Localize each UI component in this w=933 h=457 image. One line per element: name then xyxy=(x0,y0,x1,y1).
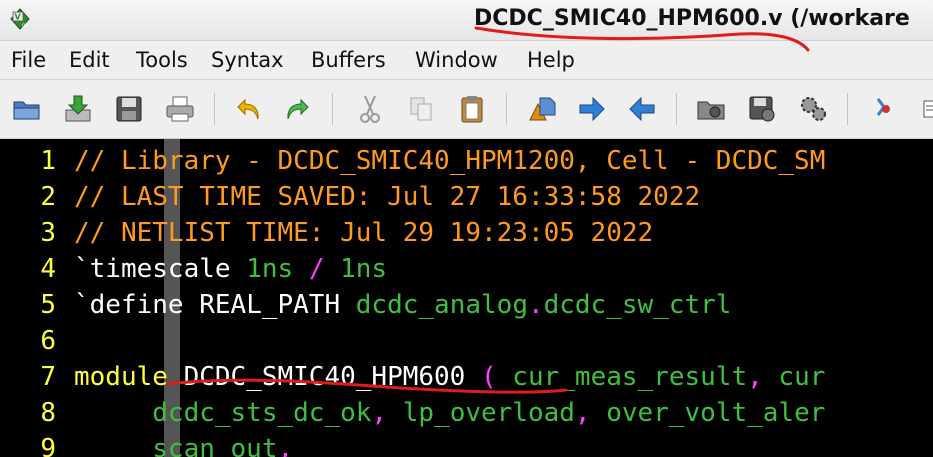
line-number: 3 xyxy=(40,218,56,248)
svg-text:V: V xyxy=(15,13,22,22)
cut-icon[interactable] xyxy=(353,92,387,126)
code-token: cur_meas_result xyxy=(496,362,748,392)
code-line[interactable]: 8 dcdc_sts_dc_ok, lp_overload, over_volt… xyxy=(0,395,933,431)
toolbar-separator xyxy=(676,93,677,125)
overflow-icon[interactable] xyxy=(912,92,933,126)
code-token: module xyxy=(74,362,168,392)
code-token: `define xyxy=(74,290,200,320)
code-token: REAL_PATH xyxy=(199,290,356,320)
find-next-icon[interactable] xyxy=(575,92,609,126)
code-token: scan_out xyxy=(74,434,278,457)
menu-syntax[interactable]: Syntax xyxy=(211,48,284,72)
code-token: // NETLIST TIME: Jul 29 19:23:05 2022 xyxy=(74,218,654,248)
code-token: , xyxy=(747,362,763,392)
find-prev-icon[interactable] xyxy=(625,92,659,126)
undo-icon[interactable] xyxy=(232,92,266,126)
save-session-icon[interactable] xyxy=(745,92,779,126)
line-number: 5 xyxy=(40,290,56,320)
code-text: dcdc_sts_dc_ok, lp_overload, over_volt_a… xyxy=(74,395,825,431)
code-token: lp_overload xyxy=(387,398,575,428)
menu-edit[interactable]: Edit xyxy=(69,48,110,72)
toolbar xyxy=(0,80,933,139)
line-number: 6 xyxy=(40,326,56,356)
open-icon[interactable] xyxy=(10,92,44,126)
code-text: // Library - DCDC_SMIC40_HPM1200, Cell -… xyxy=(74,143,825,179)
title-bar: V m DCDC_SMIC40_HPM600.v (/workare xyxy=(0,0,933,41)
toolbar-separator xyxy=(214,93,215,125)
line-number: 8 xyxy=(40,398,56,428)
code-token: dcdc_sw_ctrl xyxy=(543,290,732,320)
vim-icon: V m xyxy=(10,8,30,30)
code-text: // LAST TIME SAVED: Jul 27 16:33:58 2022 xyxy=(74,179,700,215)
code-text: // NETLIST TIME: Jul 29 19:23:05 2022 xyxy=(74,215,653,251)
paste-icon[interactable] xyxy=(455,92,489,126)
code-line[interactable]: 5 `define REAL_PATH dcdc_analog.dcdc_sw_c… xyxy=(0,287,933,323)
code-text: module DCDC_SMIC40_HPM600 ( cur_meas_res… xyxy=(74,359,825,395)
line-number: 2 xyxy=(40,182,56,212)
load-session-icon[interactable] xyxy=(694,92,728,126)
menu-bar: File Edit Tools Syntax Buffers Window He… xyxy=(0,41,933,80)
code-line[interactable]: 4 `timescale 1ns / 1ns xyxy=(0,251,933,287)
code-token: over_volt_aler xyxy=(590,398,826,428)
code-text: `define REAL_PATH dcdc_analog.dcdc_sw_ct… xyxy=(74,287,731,323)
run-script-icon[interactable] xyxy=(796,92,830,126)
code-token: / xyxy=(308,254,325,284)
code-token: ( xyxy=(481,362,497,392)
window-title: DCDC_SMIC40_HPM600.v (/workare xyxy=(474,6,910,31)
code-token: cur xyxy=(762,362,826,392)
menu-file[interactable]: File xyxy=(11,48,46,72)
code-token: , xyxy=(277,434,294,457)
svg-text:m: m xyxy=(22,22,28,29)
code-token: dcdc_sts_dc_ok xyxy=(74,398,372,428)
code-line[interactable]: 3 // NETLIST TIME: Jul 29 19:23:05 2022 xyxy=(0,215,933,251)
code-token: , xyxy=(574,398,591,428)
redo-icon[interactable] xyxy=(280,92,314,126)
code-line[interactable]: 1 // Library - DCDC_SMIC40_HPM1200, Cell … xyxy=(0,143,933,179)
code-line[interactable]: 2 // LAST TIME SAVED: Jul 27 16:33:58 202… xyxy=(0,179,933,215)
menu-buffers[interactable]: Buffers xyxy=(311,48,386,72)
find-replace-icon[interactable] xyxy=(525,92,559,126)
line-number: 7 xyxy=(40,362,56,392)
toolbar-separator xyxy=(847,93,848,125)
copy-icon[interactable] xyxy=(404,92,438,126)
code-token: DCDC_SMIC40_HPM600 xyxy=(167,362,481,392)
menu-tools[interactable]: Tools xyxy=(136,48,188,72)
code-editor[interactable]: 1 // Library - DCDC_SMIC40_HPM1200, Cell … xyxy=(0,139,933,457)
code-line[interactable]: 9 scan_out, xyxy=(0,431,933,457)
save-download-icon[interactable] xyxy=(61,92,95,126)
line-number: 4 xyxy=(40,254,56,284)
code-token: , xyxy=(371,398,388,428)
toolbar-separator xyxy=(332,93,333,125)
menu-window[interactable]: Window xyxy=(415,48,498,72)
code-token: 1ns xyxy=(324,254,388,284)
save-icon[interactable] xyxy=(112,92,146,126)
code-token: 1ns xyxy=(246,254,309,284)
code-text: `timescale 1ns / 1ns xyxy=(74,251,387,287)
code-token: dcdc_analog xyxy=(355,290,528,320)
toolbar-separator xyxy=(506,93,507,125)
make-icon[interactable] xyxy=(865,92,899,126)
line-number: 9 xyxy=(40,434,56,457)
code-line[interactable]: 6 xyxy=(0,323,933,359)
menu-help[interactable]: Help xyxy=(527,48,575,72)
code-text: scan_out, xyxy=(74,431,293,457)
code-token: . xyxy=(527,290,544,320)
code-line[interactable]: 7 module DCDC_SMIC40_HPM600 ( cur_meas_re… xyxy=(0,359,933,395)
print-icon[interactable] xyxy=(163,92,197,126)
code-token: `timescale xyxy=(74,254,247,284)
code-token: // Library - DCDC_SMIC40_HPM1200, Cell -… xyxy=(74,146,826,176)
line-number: 1 xyxy=(40,146,56,176)
code-token: // LAST TIME SAVED: Jul 27 16:33:58 2022 xyxy=(74,182,701,212)
